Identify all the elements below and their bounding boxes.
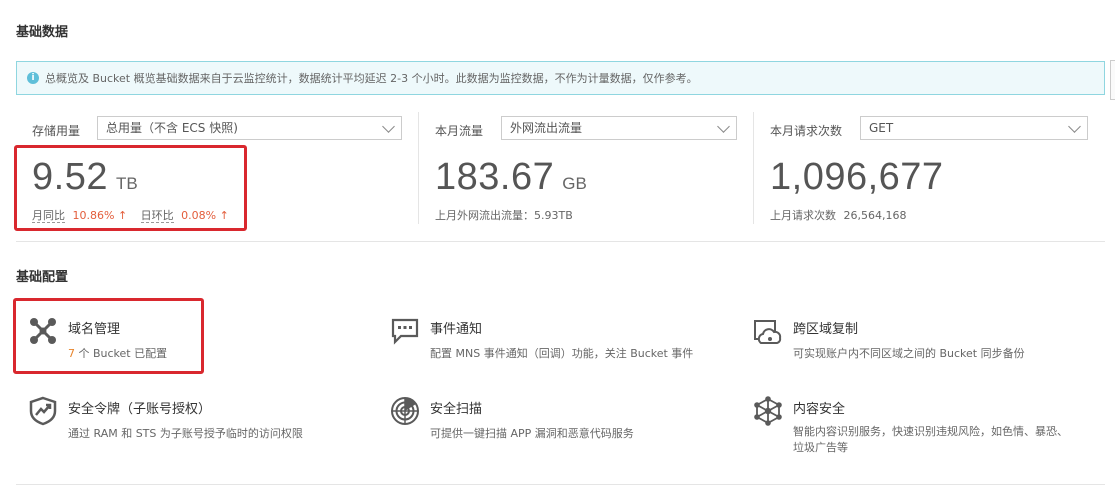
feature-desc: 智能内容识别服务，快速识别违规风险，如色情、暴恐、垃圾广告等 [793,425,1068,454]
feature-security-scan[interactable]: 安全扫描 可提供一键扫描 APP 漏洞和恶意代码服务 [390,396,634,442]
feature-content-security[interactable]: 内容安全 智能内容识别服务，快速识别违规风险，如色情、暴恐、垃圾广告等 [753,396,1073,456]
highlight-box-domain [13,298,204,374]
feature-title: 安全令牌（子账号授权） [68,402,212,417]
requests-metric: 本月请求次数 GET 1,096,677 上月请求次数 26,564,168 [770,114,1088,224]
feature-desc: 可实现账户内不同区域之间的 Bucket 同步备份 [793,347,1025,360]
feature-event-notification[interactable]: 事件通知 配置 MNS 事件通知（回调）功能，关注 Bucket 事件 [390,316,693,362]
request-method-select[interactable]: GET [860,116,1088,140]
traffic-unit: GB [562,174,587,193]
traffic-last-month: 上月外网流出流量：5.93TB [435,209,573,222]
shield-icon [29,396,57,426]
content-network-icon [754,396,782,426]
section-title-basic-data: 基础数据 [16,25,69,40]
feature-cross-region-replication[interactable]: 跨区域复制 可实现账户内不同区域之间的 Bucket 同步备份 [753,316,1025,362]
feature-desc: 配置 MNS 事件通知（回调）功能，关注 Bucket 事件 [430,347,694,360]
section-title-basic-config: 基础配置 [16,270,69,285]
chevron-down-icon [1068,120,1081,133]
feature-title: 安全扫描 [430,402,483,417]
traffic-value: 183.67 GB [435,156,587,198]
storage-type-select[interactable]: 总用量（不含 ECS 快照) [97,116,402,140]
divider [418,112,419,224]
highlight-box-storage [14,145,247,231]
chevron-down-icon [717,120,730,133]
chevron-down-icon [382,120,395,133]
traffic-type-select[interactable]: 外网流出流量 [501,116,737,140]
requests-label: 本月请求次数 [770,124,843,138]
notice-banner: i 总概览及 Bucket 概览基础数据来自于云监控统计，数据统计平均延迟 2-… [16,61,1105,95]
divider [16,484,1105,485]
notice-text: 总概览及 Bucket 概览基础数据来自于云监控统计，数据统计平均延迟 2-3 … [45,72,698,85]
feature-desc: 通过 RAM 和 STS 为子账号授予临时的访问权限 [68,427,303,440]
message-icon [391,318,419,345]
storage-label: 存储用量 [32,124,81,138]
radar-icon [391,397,419,425]
traffic-metric: 本月流量 外网流出流量 183.67 GB 上月外网流出流量：5.93TB [435,114,737,224]
requests-value: 1,096,677 [770,156,944,198]
requests-last-month: 上月请求次数 26,564,168 [770,209,907,222]
feature-desc: 可提供一键扫描 APP 漏洞和恶意代码服务 [430,427,634,440]
divider [753,112,754,224]
info-icon: i [27,72,39,84]
divider [16,241,1105,242]
cloud-replication-icon [754,320,782,344]
scroll-handle[interactable] [1110,60,1115,100]
feature-title: 内容安全 [793,402,846,417]
traffic-label: 本月流量 [435,124,484,138]
feature-security-token[interactable]: 安全令牌（子账号授权） 通过 RAM 和 STS 为子账号授予临时的访问权限 [28,396,303,442]
feature-title: 跨区域复制 [793,322,859,337]
feature-title: 事件通知 [430,322,483,337]
